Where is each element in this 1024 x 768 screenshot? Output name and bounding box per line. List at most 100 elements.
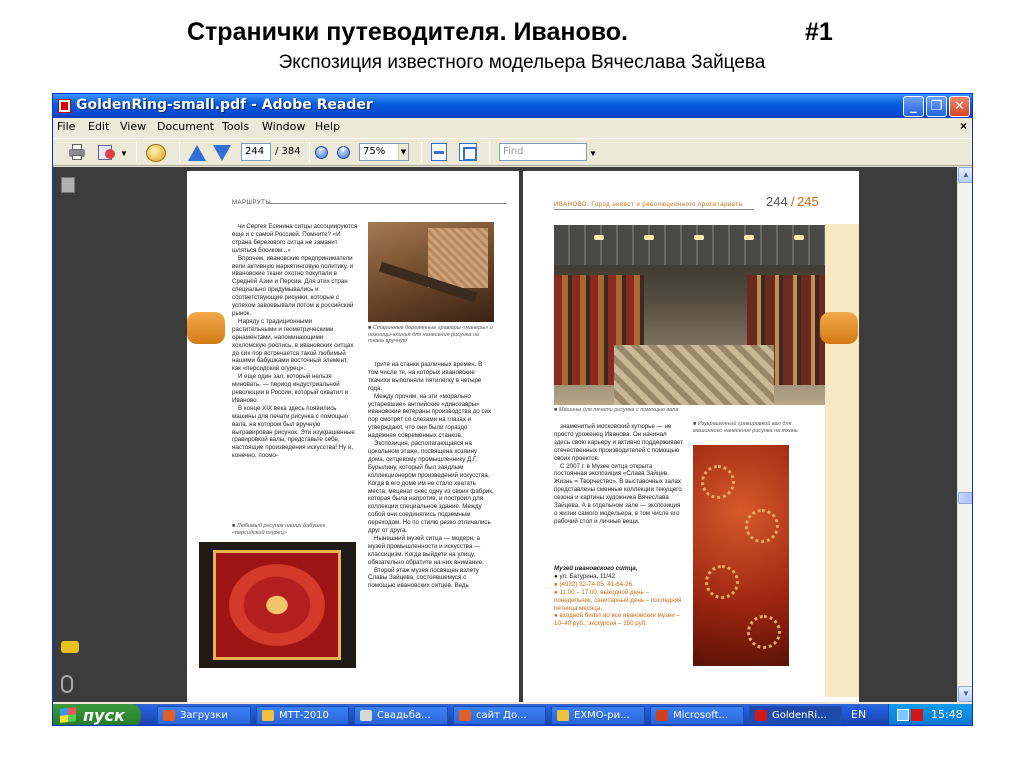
menu-view[interactable]: View: [120, 120, 146, 133]
adobe-reader-icon: [755, 710, 767, 721]
windows-flag-icon: [60, 707, 76, 723]
caption-carpet: ■ Любимый рисунок наших бабушек «персидс…: [232, 523, 326, 536]
page-margin-strip: [825, 224, 859, 697]
comments-icon[interactable]: [61, 641, 79, 653]
toolbar-separator: [179, 142, 180, 162]
menu-document[interactable]: Document: [157, 120, 214, 133]
paragraph: трите на станки различных времен. В том …: [368, 361, 483, 392]
scrollbar-thumb[interactable]: [958, 492, 972, 504]
powerpoint-icon: [656, 710, 668, 721]
running-head-rule: [267, 203, 507, 204]
window-titlebar[interactable]: GoldenRing-small.pdf - Adobe Reader _ ❐ …: [53, 94, 972, 118]
zoom-out-icon[interactable]: −: [315, 144, 328, 159]
taskbar-item[interactable]: ЕХМО-ри...: [551, 706, 645, 725]
museum-phone: ● (4932) 32-74-05, 41-64-26.: [554, 580, 634, 588]
caption-engraved-roller: ■ Изукрашенный гравировкой вал для машин…: [693, 421, 798, 434]
start-button[interactable]: пуск: [53, 704, 141, 725]
museum-address: ● ул. Батурина, 11/42.: [554, 572, 617, 580]
taskbar-item[interactable]: Microsoft...: [650, 706, 744, 725]
window-title: GoldenRing-small.pdf - Adobe Reader: [76, 97, 373, 113]
scroll-up-icon[interactable]: ▲: [958, 167, 972, 183]
find-input[interactable]: Find: [499, 143, 587, 161]
zoom-select[interactable]: 75% ▼: [359, 143, 409, 161]
taskbar-item[interactable]: сайт До...: [453, 706, 546, 725]
zoom-in-icon[interactable]: +: [337, 144, 350, 159]
document-view[interactable]: МАРШРУТЫ чи Сергея Есенина ситцы ассоции…: [87, 167, 957, 702]
caption-wooden-blocks: ■ Старинные деревянные гравюры «манеры» …: [368, 325, 493, 344]
phone-icon: ●: [554, 580, 558, 588]
paragraph: Нынешний музей ситца — модерн, а музей п…: [368, 534, 484, 566]
previous-page-icon[interactable]: [188, 145, 206, 161]
fit-page-icon[interactable]: [459, 143, 477, 161]
adobe-reader-window: GoldenRing-small.pdf - Adobe Reader _ ❐ …: [52, 93, 973, 726]
page-number-left: 244: [766, 194, 788, 209]
menu-tools[interactable]: Tools: [222, 120, 249, 133]
windows-taskbar: пуск Загрузки МТТ-2010 Свадьба... сайт Д…: [53, 704, 972, 725]
window-icon: [360, 710, 372, 721]
pdf-page-right: ИВАНОВО. Город невест и революционного п…: [523, 171, 859, 702]
running-head: МАРШРУТЫ: [232, 200, 272, 206]
photo-wooden-blocks: [368, 222, 494, 322]
taskbar-item[interactable]: Свадьба...: [354, 706, 448, 725]
minimize-icon: _: [910, 99, 917, 114]
photo-persian-carpet: [199, 542, 356, 668]
hand-tool-icon[interactable]: [146, 143, 168, 163]
document-close-button[interactable]: ×: [960, 119, 967, 133]
page-number-input[interactable]: 244: [241, 143, 271, 161]
language-indicator[interactable]: EN: [851, 708, 866, 721]
taskbar-item-active[interactable]: GoldenRi...: [749, 706, 842, 725]
toolbar-separator: [489, 142, 490, 162]
ticket-icon: ●: [554, 612, 558, 620]
find-dropdown-arrow[interactable]: ▼: [589, 149, 597, 158]
firefox-icon: [459, 710, 471, 721]
running-head-rule: [554, 209, 754, 210]
museum-ticket: ● входной билет во все ивановские музеи …: [554, 612, 680, 628]
slide-title: Странички путеводителя. Иваново.: [187, 18, 629, 46]
paragraph: С 2007 г. в Музее ситца открыта постоянн…: [554, 462, 682, 525]
navigation-panel: [53, 167, 87, 702]
chevron-down-icon[interactable]: ▼: [398, 144, 408, 160]
restore-icon: ❐: [930, 99, 943, 114]
toolbar: ▼ 244 / 384 − + 75% ▼ Find ▼: [53, 138, 972, 166]
scroll-down-icon[interactable]: ▼: [958, 686, 972, 702]
taskbar-item[interactable]: Загрузки: [157, 706, 251, 725]
menu-window[interactable]: Window: [262, 120, 305, 133]
fit-width-icon[interactable]: [431, 143, 447, 161]
page-edge-tab-right: [820, 312, 858, 344]
slide-title-row: Странички путеводителя. Иваново. #1: [0, 18, 1024, 48]
paragraph: чи Сергея Есенина ситцы ассоциируются ещ…: [232, 223, 358, 254]
left-column-text: чи Сергея Есенина ситцы ассоциируются ещ…: [232, 223, 358, 519]
paragraph: В конце XIX века здесь появились машины …: [232, 404, 355, 460]
slide-subtitle: Экспозиция известного модельера Вячеслав…: [278, 52, 766, 73]
toolbar-separator: [136, 142, 137, 162]
print-icon[interactable]: [67, 143, 87, 161]
network-icon[interactable]: [897, 709, 909, 721]
vertical-scrollbar[interactable]: ▲ ▼: [957, 167, 972, 702]
zoom-value: 75%: [363, 146, 386, 157]
system-tray: EN 15:48: [851, 704, 972, 725]
museum-name: Музей ивановского ситца,: [554, 565, 638, 572]
pdf-page-left: МАРШРУТЫ чи Сергея Есенина ситцы ассоции…: [187, 171, 519, 702]
folder-icon: [262, 710, 274, 721]
paragraph: знаменитый московский кутюрье — не прост…: [554, 423, 684, 462]
toolbar-separator: [421, 142, 422, 162]
minimize-button[interactable]: _: [903, 96, 924, 117]
menu-help[interactable]: Help: [315, 120, 340, 133]
attachments-icon[interactable]: [61, 675, 73, 693]
paragraph: Наряду с традиционными растительными и г…: [232, 317, 354, 373]
adobe-reader-icon: [58, 99, 71, 113]
email-icon[interactable]: [97, 143, 117, 161]
pages-icon[interactable]: [61, 177, 75, 193]
page-number-right: 245: [797, 194, 819, 209]
maximize-button[interactable]: ❐: [926, 96, 947, 117]
paragraph: Экспозиция, располагающаяся на цокольном…: [368, 440, 494, 535]
photo-museum-hall: [554, 225, 837, 405]
close-button[interactable]: ✕: [949, 96, 970, 117]
taskbar-item[interactable]: МТТ-2010: [256, 706, 349, 725]
menu-edit[interactable]: Edit: [88, 120, 109, 133]
menu-file[interactable]: File: [57, 120, 75, 133]
antivirus-icon[interactable]: [911, 709, 923, 721]
next-page-icon[interactable]: [213, 145, 231, 161]
start-label: пуск: [83, 706, 125, 725]
email-dropdown-arrow[interactable]: ▼: [120, 149, 128, 158]
